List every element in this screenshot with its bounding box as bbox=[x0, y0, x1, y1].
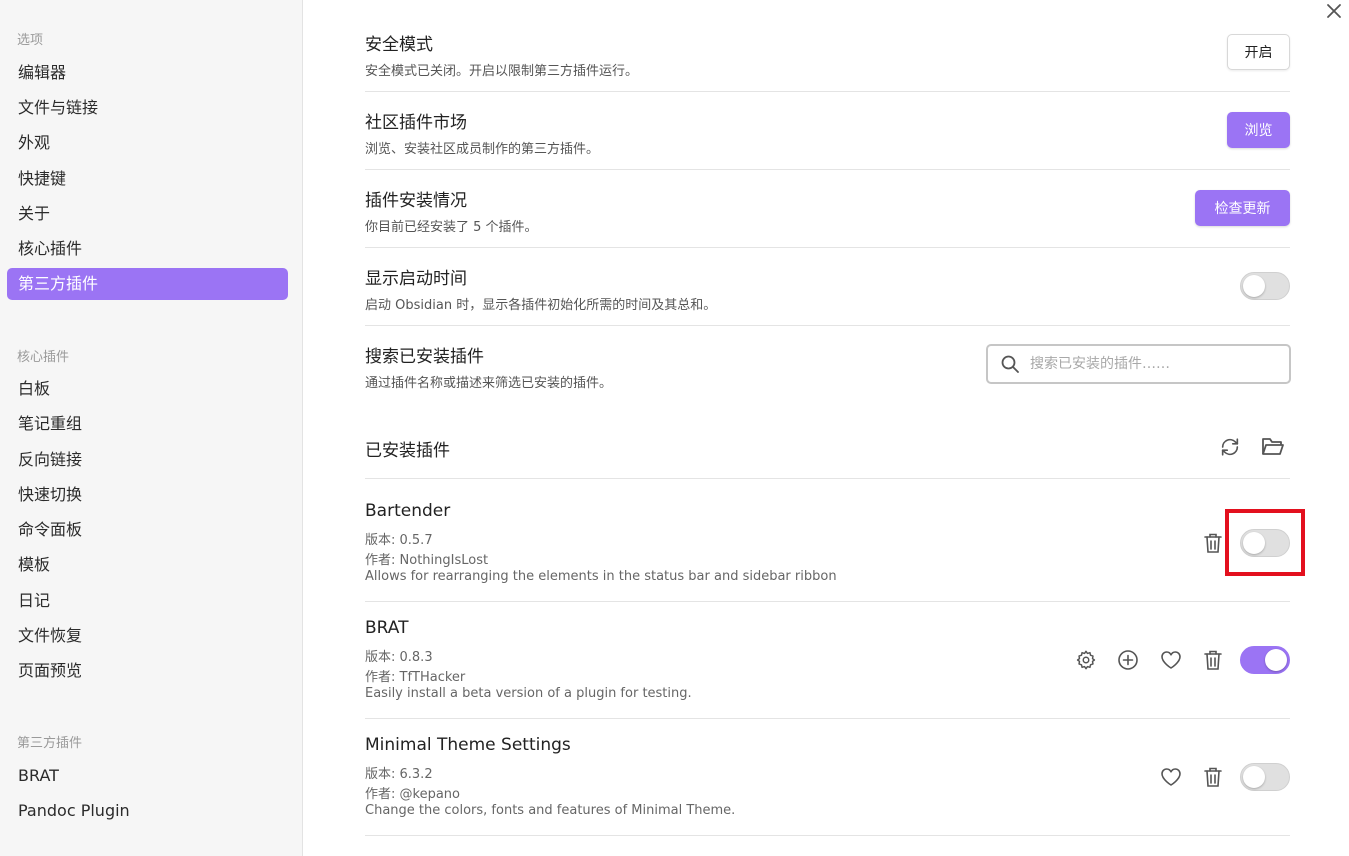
plugin-description: Allows for rearranging the elements in t… bbox=[365, 569, 837, 584]
installed-plugins-heading: 已安装插件 bbox=[365, 441, 450, 461]
sidebar-section-core: 核心插件 bbox=[17, 350, 70, 365]
search-plugins-title: 搜索已安装插件 bbox=[365, 347, 484, 367]
sidebar-item-files-links[interactable]: 文件与链接 bbox=[7, 92, 288, 124]
gear-icon[interactable] bbox=[1073, 647, 1099, 673]
installed-plugins-header: 已安装插件 bbox=[365, 416, 1290, 479]
toggle-knob bbox=[1265, 649, 1287, 671]
plugin-description: Easily install a beta version of a plugi… bbox=[365, 686, 692, 701]
sidebar-item-file-recovery[interactable]: 文件恢复 bbox=[7, 620, 288, 652]
search-plugins-input[interactable] bbox=[1030, 354, 1280, 374]
startup-time-setting: 显示启动时间 启动 Obsidian 时，显示各插件初始化所需的时间及其总和。 bbox=[365, 248, 1290, 326]
plugin-name: Minimal Theme Settings bbox=[365, 735, 571, 755]
sidebar-item-brat[interactable]: BRAT bbox=[7, 760, 288, 792]
sidebar-item-about[interactable]: 关于 bbox=[7, 198, 288, 230]
sidebar-item-community-plugins[interactable]: 第三方插件 bbox=[7, 268, 288, 300]
safe-mode-button[interactable]: 开启 bbox=[1227, 34, 1290, 70]
plugin-version: 版本: 0.8.3 bbox=[365, 650, 433, 665]
open-plugins-folder-icon[interactable] bbox=[1260, 434, 1286, 460]
search-plugins-desc: 通过插件名称或描述来筛选已安装的插件。 bbox=[365, 376, 613, 391]
plugin-version: 版本: 6.3.2 bbox=[365, 767, 433, 782]
reload-plugins-icon[interactable] bbox=[1217, 434, 1243, 460]
startup-time-title: 显示启动时间 bbox=[365, 269, 467, 289]
plugin-author: 作者: NothingIsLost bbox=[365, 553, 489, 568]
plugin-description: Change the colors, fonts and features of… bbox=[365, 803, 736, 818]
plugin-enable-toggle[interactable] bbox=[1240, 646, 1290, 674]
plugin-name: BRAT bbox=[365, 618, 409, 638]
plugin-item-bartender: Bartender 版本: 0.5.7 作者: NothingIsLost Al… bbox=[365, 479, 1290, 602]
uninstall-trash-icon[interactable] bbox=[1200, 764, 1226, 790]
startup-time-desc: 启动 Obsidian 时，显示各插件初始化所需的时间及其总和。 bbox=[365, 298, 717, 313]
startup-time-toggle[interactable] bbox=[1240, 272, 1290, 300]
safe-mode-title: 安全模式 bbox=[365, 35, 433, 55]
search-plugins-box[interactable] bbox=[986, 344, 1291, 384]
donate-heart-icon[interactable] bbox=[1158, 764, 1184, 790]
toggle-knob bbox=[1243, 275, 1265, 297]
search-icon bbox=[1000, 354, 1020, 378]
uninstall-trash-icon[interactable] bbox=[1200, 647, 1226, 673]
sidebar-item-command-palette[interactable]: 命令面板 bbox=[7, 514, 288, 546]
sidebar-item-templates[interactable]: 模板 bbox=[7, 549, 288, 581]
installed-status-setting: 插件安装情况 你目前已经安装了 5 个插件。 检查更新 bbox=[365, 170, 1290, 248]
plugin-version: 版本: 0.5.7 bbox=[365, 533, 433, 548]
installed-status-desc: 你目前已经安装了 5 个插件。 bbox=[365, 220, 538, 235]
sidebar-section-options: 选项 bbox=[17, 33, 44, 48]
sidebar-item-appearance[interactable]: 外观 bbox=[7, 127, 288, 159]
plugin-name: Bartender bbox=[365, 501, 451, 521]
plugin-author: 作者: TfTHacker bbox=[365, 670, 466, 685]
close-icon[interactable] bbox=[1322, 0, 1346, 24]
sidebar-section-community: 第三方插件 bbox=[17, 736, 83, 751]
sidebar-item-canvas[interactable]: 白板 bbox=[7, 373, 288, 405]
marketplace-desc: 浏览、安装社区成员制作的第三方插件。 bbox=[365, 142, 600, 157]
safe-mode-desc: 安全模式已关闭。开启以限制第三方插件运行。 bbox=[365, 64, 639, 79]
toggle-knob bbox=[1243, 766, 1265, 788]
installed-status-title: 插件安装情况 bbox=[365, 191, 467, 211]
plugin-item-minimal-theme-settings: Minimal Theme Settings 版本: 6.3.2 作者: @ke… bbox=[365, 719, 1290, 836]
browse-button[interactable]: 浏览 bbox=[1227, 112, 1290, 148]
add-hotkey-plus-icon[interactable] bbox=[1115, 647, 1141, 673]
safe-mode-setting: 安全模式 安全模式已关闭。开启以限制第三方插件运行。 开启 bbox=[365, 22, 1290, 92]
plugin-item-brat: BRAT 版本: 0.8.3 作者: TfTHacker Easily inst… bbox=[365, 602, 1290, 719]
sidebar-item-quick-switcher[interactable]: 快速切换 bbox=[7, 479, 288, 511]
sidebar-item-backlinks[interactable]: 反向链接 bbox=[7, 444, 288, 476]
highlight-annotation bbox=[1225, 509, 1305, 576]
sidebar-item-hotkeys[interactable]: 快捷键 bbox=[7, 163, 288, 195]
sidebar-item-pandoc[interactable]: Pandoc Plugin bbox=[7, 795, 288, 827]
marketplace-title: 社区插件市场 bbox=[365, 113, 467, 133]
sidebar-item-editor[interactable]: 编辑器 bbox=[7, 57, 288, 89]
sidebar-item-daily-notes[interactable]: 日记 bbox=[7, 585, 288, 617]
check-updates-button[interactable]: 检查更新 bbox=[1195, 190, 1290, 226]
sidebar-item-note-composer[interactable]: 笔记重组 bbox=[7, 408, 288, 440]
sidebar-item-core-plugins[interactable]: 核心插件 bbox=[7, 233, 288, 265]
plugin-enable-toggle[interactable] bbox=[1240, 763, 1290, 791]
plugin-author: 作者: @kepano bbox=[365, 787, 460, 802]
marketplace-setting: 社区插件市场 浏览、安装社区成员制作的第三方插件。 浏览 bbox=[365, 92, 1290, 170]
uninstall-trash-icon[interactable] bbox=[1200, 530, 1226, 556]
settings-sidebar: 选项 编辑器 文件与链接 外观 快捷键 关于 核心插件 第三方插件 核心插件 白… bbox=[0, 0, 303, 856]
sidebar-item-page-preview[interactable]: 页面预览 bbox=[7, 655, 288, 687]
donate-heart-icon[interactable] bbox=[1158, 647, 1184, 673]
